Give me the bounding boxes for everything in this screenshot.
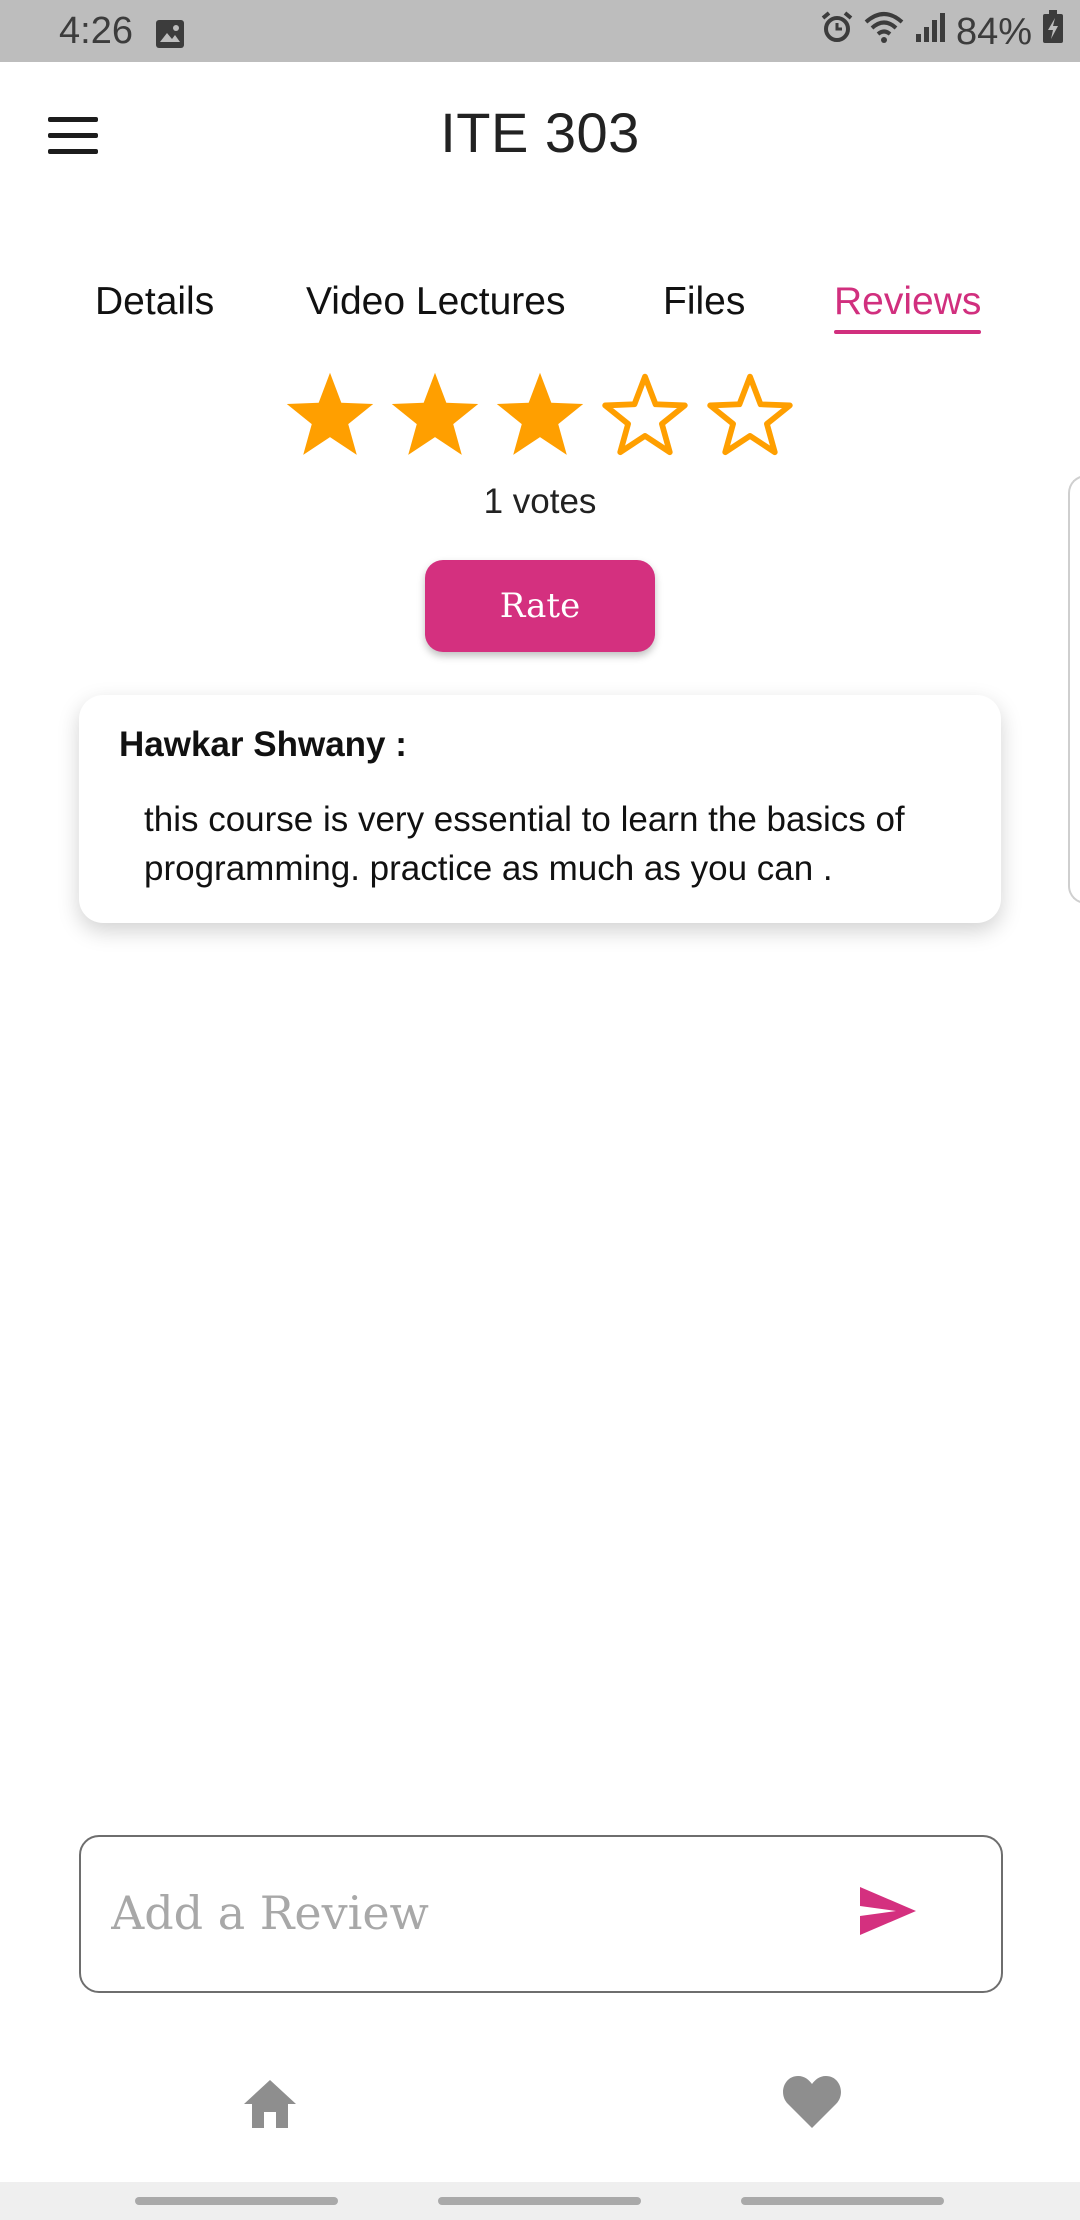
tab-video-lectures[interactable]: Video Lectures bbox=[306, 280, 565, 324]
gesture-handle[interactable] bbox=[135, 2197, 338, 2205]
send-icon[interactable] bbox=[856, 1879, 926, 1949]
tab-reviews[interactable]: Reviews bbox=[834, 280, 982, 334]
votes-count: 1 votes bbox=[483, 482, 597, 521]
page-title: ITE 303 bbox=[440, 101, 640, 164]
star-outline-icon[interactable] bbox=[597, 368, 693, 464]
review-card: Hawkar Shwany : this course is very esse… bbox=[79, 695, 1001, 923]
tab-bar: Details Video Lectures Files Reviews bbox=[0, 280, 1080, 340]
add-review-box bbox=[79, 1835, 1003, 1993]
wifi-icon bbox=[864, 10, 904, 54]
battery-level: 84% bbox=[955, 10, 1032, 53]
home-icon[interactable] bbox=[240, 2074, 300, 2134]
app-bar: ITE 303 bbox=[0, 62, 1080, 210]
active-tab-indicator bbox=[834, 330, 982, 334]
star-filled-icon[interactable] bbox=[492, 368, 588, 464]
tab-reviews-label: Reviews bbox=[834, 280, 982, 323]
tab-files[interactable]: Files bbox=[663, 280, 745, 324]
gallery-icon bbox=[155, 16, 185, 59]
side-drawer-handle[interactable] bbox=[1068, 475, 1080, 904]
alarm-icon bbox=[820, 10, 854, 54]
system-navigation-bar bbox=[0, 2182, 1080, 2220]
star-filled-icon[interactable] bbox=[387, 368, 483, 464]
bottom-navigation bbox=[0, 2050, 1080, 2180]
gesture-handle[interactable] bbox=[741, 2197, 944, 2205]
status-time: 4:26 bbox=[59, 10, 133, 52]
status-bar: 4:26 84% bbox=[0, 0, 1080, 62]
review-input[interactable] bbox=[109, 1867, 873, 1959]
signal-icon bbox=[914, 10, 946, 54]
review-author: Hawkar Shwany : bbox=[119, 725, 407, 764]
heart-icon[interactable] bbox=[780, 2072, 844, 2132]
tab-details[interactable]: Details bbox=[95, 280, 214, 324]
star-filled-icon[interactable] bbox=[282, 368, 378, 464]
star-rating bbox=[0, 368, 1080, 468]
battery-charging-icon bbox=[1042, 10, 1064, 54]
star-outline-icon[interactable] bbox=[702, 368, 798, 464]
gesture-handle[interactable] bbox=[438, 2197, 641, 2205]
review-text: this course is very essential to learn t… bbox=[144, 800, 905, 888]
rate-button[interactable]: Rate bbox=[425, 560, 655, 652]
status-icons: 84% bbox=[820, 10, 1064, 54]
